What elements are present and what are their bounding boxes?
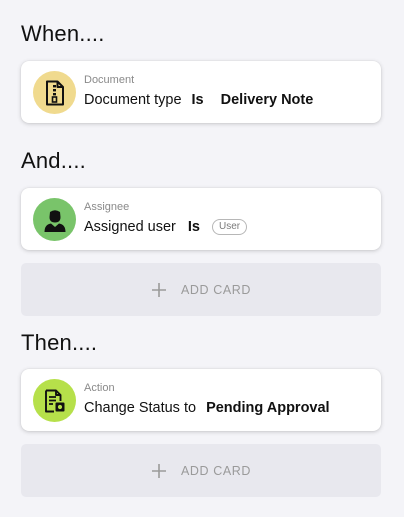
condition-card-assignee[interactable]: Assignee Assigned user Is User <box>21 188 381 250</box>
card-category: Document <box>84 74 135 86</box>
document-settings-icon <box>44 389 64 412</box>
card-category: Assignee <box>84 201 130 213</box>
action-icon-badge <box>33 379 76 422</box>
card-value[interactable]: Pending Approval <box>206 400 330 416</box>
card-value[interactable]: Delivery Note <box>221 92 314 108</box>
add-card-label: ADD CARD <box>180 463 252 478</box>
add-card-button-and[interactable]: ADD CARD <box>21 263 381 316</box>
card-operator[interactable]: Is <box>188 219 200 235</box>
document-icon-badge <box>33 71 76 114</box>
card-operator[interactable]: Is <box>192 92 204 108</box>
condition-card-document[interactable]: Document Document type Is Delivery Note <box>21 61 381 123</box>
card-category: Action <box>84 382 115 394</box>
action-card-status[interactable]: Action Change Status to Pending Approval <box>21 369 381 431</box>
plus-icon <box>151 282 167 298</box>
add-card-label: ADD CARD <box>180 282 252 297</box>
card-field: Assigned user <box>84 219 176 235</box>
user-icon-badge <box>33 198 76 241</box>
section-title-when: When.... <box>21 21 105 46</box>
add-card-button-then[interactable]: ADD CARD <box>21 444 381 497</box>
user-pill[interactable]: User <box>211 219 248 235</box>
card-field: Document type <box>84 92 182 108</box>
user-icon <box>44 209 65 232</box>
section-title-and: And.... <box>21 148 86 173</box>
plus-icon <box>151 463 167 479</box>
document-zip-icon <box>45 80 64 105</box>
section-title-then: Then.... <box>21 330 98 355</box>
card-field: Change Status to <box>84 400 197 416</box>
